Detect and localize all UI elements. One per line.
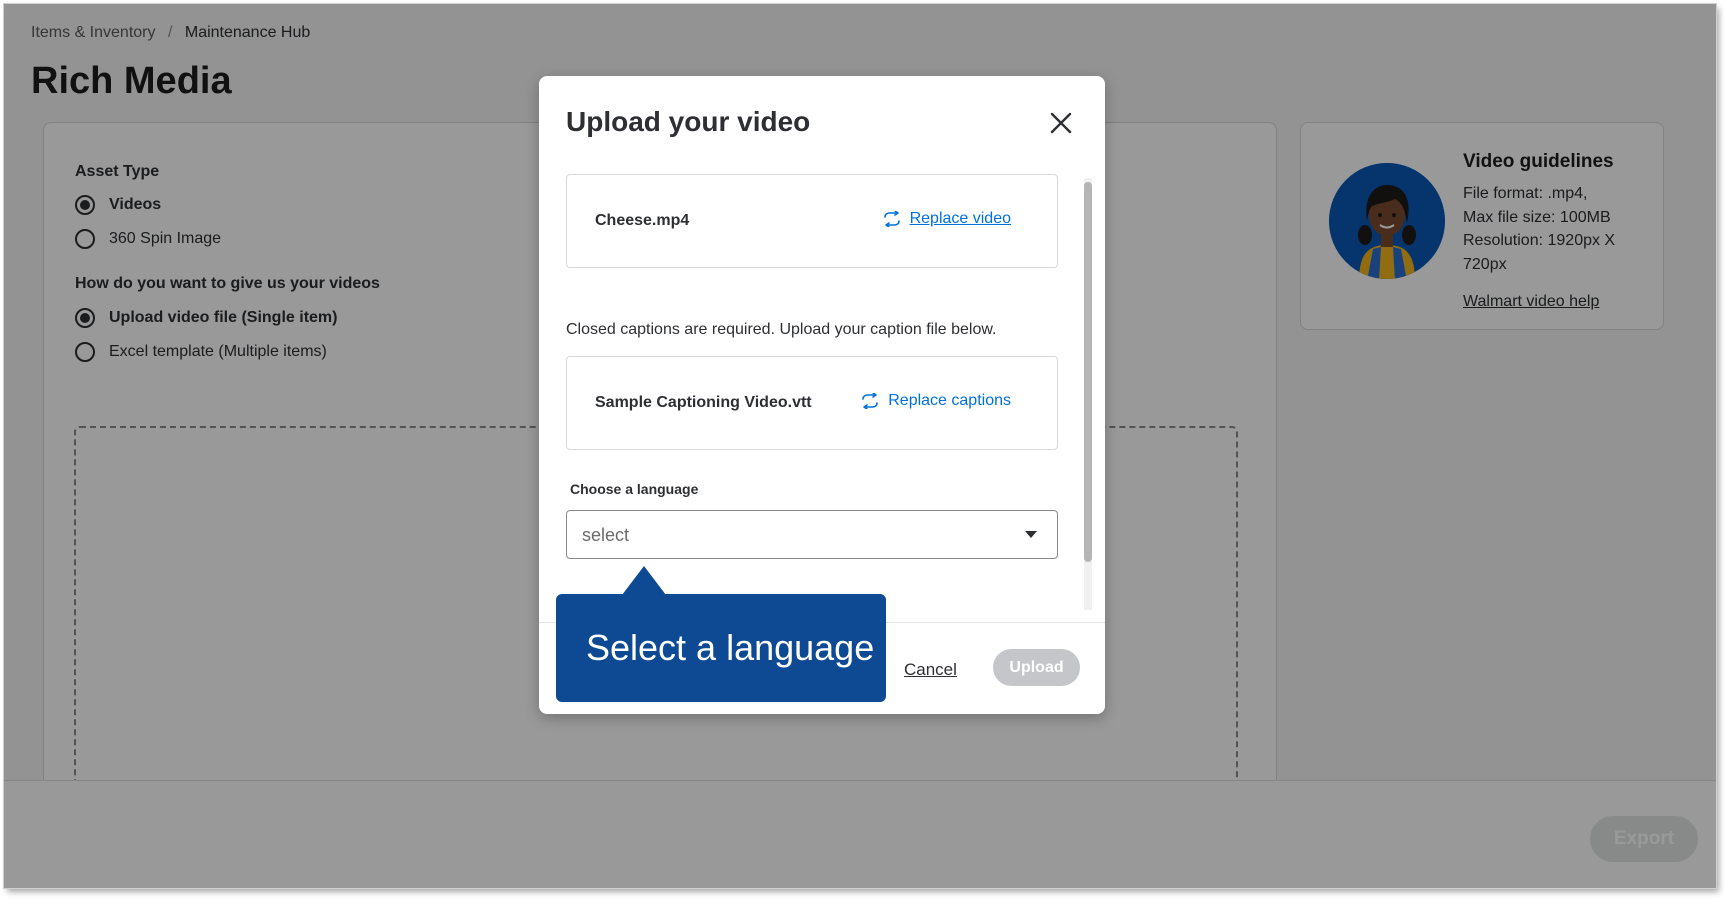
replace-video-label: Replace video	[909, 210, 1011, 227]
caption-file-box: Sample Captioning Video.vtt Replace capt…	[566, 356, 1058, 450]
replace-captions-label: Replace captions	[888, 392, 1011, 409]
replace-captions-link[interactable]: Replace captions	[861, 392, 1011, 410]
video-file-box: Cheese.mp4 Replace video	[566, 174, 1058, 268]
language-label: Choose a language	[570, 481, 699, 497]
language-select[interactable]: select	[566, 510, 1058, 559]
tooltip-arrow	[622, 566, 666, 595]
video-file-name: Cheese.mp4	[595, 212, 690, 229]
replace-video-link[interactable]: Replace video	[883, 210, 1011, 228]
replace-icon	[862, 393, 879, 409]
upload-button[interactable]: Upload	[993, 649, 1080, 686]
cancel-button[interactable]: Cancel	[904, 660, 957, 680]
modal-scrollbar[interactable]	[1084, 182, 1092, 562]
close-icon[interactable]	[1047, 109, 1075, 137]
caption-file-name: Sample Captioning Video.vtt	[595, 394, 812, 411]
language-select-value: select	[582, 525, 630, 545]
chevron-down-icon	[1025, 531, 1037, 538]
select-language-tooltip: Select a language	[556, 594, 886, 702]
app-window: Items & Inventory / Maintenance Hub Rich…	[4, 4, 1716, 888]
caption-notice: Closed captions are required. Upload you…	[566, 321, 997, 338]
modal-title: Upload your video	[566, 106, 811, 137]
replace-icon	[883, 211, 900, 227]
